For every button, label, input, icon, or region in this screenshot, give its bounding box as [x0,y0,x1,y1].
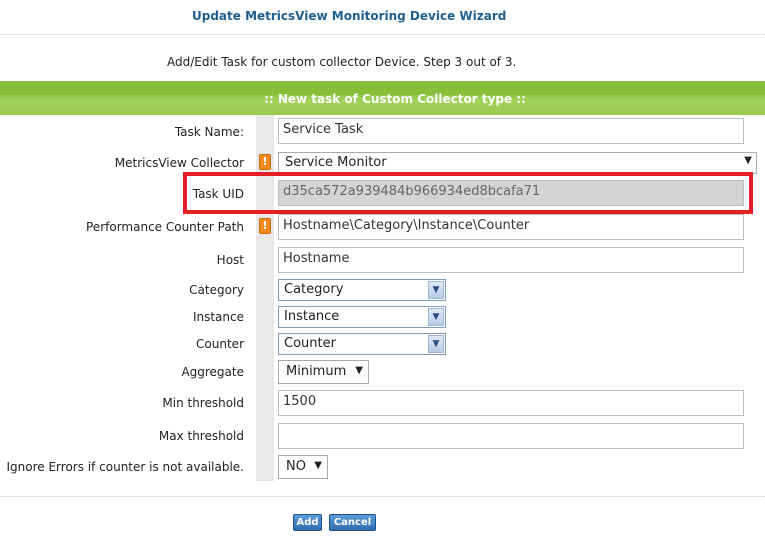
required-warning-icon: ! [259,218,271,234]
category-select[interactable]: Category ▼ [278,279,446,301]
dropdown-arrow-icon: ▼ [428,281,444,299]
performance-counter-path-label: Performance Counter Path [86,220,244,234]
aggregate-label: Aggregate [181,365,244,379]
cancel-button[interactable]: Cancel [329,514,376,531]
task-uid-highlight-box [183,172,753,214]
top-divider [0,34,765,35]
max-threshold-label: Max threshold [158,429,244,443]
collector-label: MetricsView Collector [114,156,244,170]
required-warning-icon: ! [259,154,271,170]
counter-select-value: Counter [284,336,336,351]
step-indicator-text: Add/Edit Task for custom collector Devic… [167,55,517,69]
aggregate-select-value: Minimum [286,364,347,379]
task-name-label: Task Name: [174,125,244,139]
dropdown-arrow-icon: ▼ [428,335,444,353]
collector-select[interactable]: Service Monitor ▼ [278,152,757,174]
add-button[interactable]: Add [293,514,322,531]
instance-label: Instance [192,310,244,324]
section-title: :: New task of Custom Collector type :: [264,92,526,106]
max-threshold-input[interactable] [278,423,744,449]
dropdown-arrow-icon: ▼ [355,365,363,376]
wizard-title: Update MetricsView Monitoring Device Wiz… [192,9,507,23]
dropdown-arrow-icon: ▼ [428,308,444,326]
instance-select[interactable]: Instance ▼ [278,306,446,328]
host-input[interactable]: Hostname [278,247,744,273]
ignore-errors-select[interactable]: NO ▼ [278,455,328,479]
ignore-errors-label: Ignore Errors if counter is not availabl… [6,460,245,474]
ignore-errors-select-value: NO [286,459,306,474]
counter-label: Counter [196,337,244,351]
aggregate-select[interactable]: Minimum ▼ [278,360,369,384]
wizard-title-bar: Update MetricsView Monitoring Device Wiz… [0,0,765,34]
category-select-value: Category [284,282,344,297]
section-header-bar: :: New task of Custom Collector type :: [0,81,765,115]
bottom-divider [0,496,765,497]
counter-select[interactable]: Counter ▼ [278,333,446,355]
min-threshold-input[interactable]: 1500 [278,390,744,416]
task-name-input[interactable]: Service Task [278,118,744,144]
host-label: Host [216,253,244,267]
instance-select-value: Instance [284,309,340,324]
performance-counter-path-input[interactable]: Hostname\Category\Instance\Counter [278,214,744,240]
dropdown-arrow-icon: ▼ [314,460,322,471]
dropdown-arrow-icon: ▼ [744,155,752,166]
min-threshold-label: Min threshold [162,396,244,410]
collector-select-value: Service Monitor [285,155,387,170]
category-label: Category [189,283,244,297]
